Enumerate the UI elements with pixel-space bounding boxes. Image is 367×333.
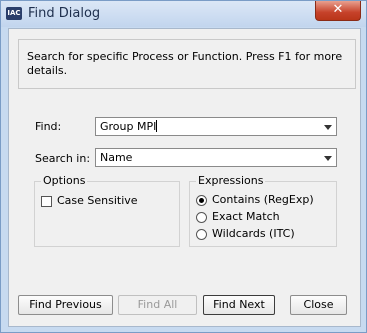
- chevron-down-icon[interactable]: [324, 125, 332, 130]
- close-icon: ✕: [332, 2, 344, 17]
- window-title: Find Dialog: [28, 6, 101, 21]
- dialog-body: Search for specific Process or Function.…: [8, 28, 361, 327]
- find-label: Find:: [35, 120, 62, 133]
- contains-regexp-radio[interactable]: [196, 195, 207, 206]
- find-previous-button[interactable]: Find Previous: [18, 295, 113, 315]
- info-panel: Search for specific Process or Function.…: [18, 39, 356, 89]
- search-in-combo[interactable]: Name: [95, 148, 337, 167]
- wildcards-itc-label[interactable]: Wildcards (ITC): [212, 227, 295, 240]
- case-sensitive-checkbox[interactable]: [41, 196, 52, 207]
- close-window-button[interactable]: ✕: [315, 1, 361, 21]
- exact-match-label[interactable]: Exact Match: [212, 210, 280, 223]
- find-dialog-window: IAC Find Dialog ✕ Search for specific Pr…: [0, 0, 367, 333]
- info-text: Search for specific Process or Function.…: [27, 50, 343, 77]
- search-in-label: Search in:: [35, 152, 91, 165]
- expressions-group-title: Expressions: [196, 174, 266, 187]
- close-button[interactable]: Close: [290, 295, 347, 315]
- text-caret: [156, 120, 158, 132]
- app-icon: IAC: [6, 7, 22, 20]
- contains-regexp-label[interactable]: Contains (RegExp): [212, 193, 314, 206]
- expressions-group: Expressions Contains (RegExp) Exact Matc…: [189, 174, 337, 247]
- find-input-value[interactable]: Group MPI: [100, 120, 158, 133]
- find-combo[interactable]: Group MPI: [95, 117, 337, 136]
- options-group-title: Options: [41, 174, 88, 187]
- find-next-button[interactable]: Find Next: [203, 295, 275, 315]
- chevron-down-icon[interactable]: [324, 156, 332, 161]
- wildcards-itc-radio[interactable]: [196, 229, 207, 240]
- title-bar[interactable]: IAC Find Dialog ✕: [1, 1, 366, 27]
- exact-match-radio[interactable]: [196, 212, 207, 223]
- options-group: Options Case Sensitive: [34, 174, 180, 247]
- find-all-button[interactable]: Find All: [118, 295, 197, 315]
- case-sensitive-label[interactable]: Case Sensitive: [57, 194, 138, 207]
- search-in-value: Name: [100, 151, 133, 164]
